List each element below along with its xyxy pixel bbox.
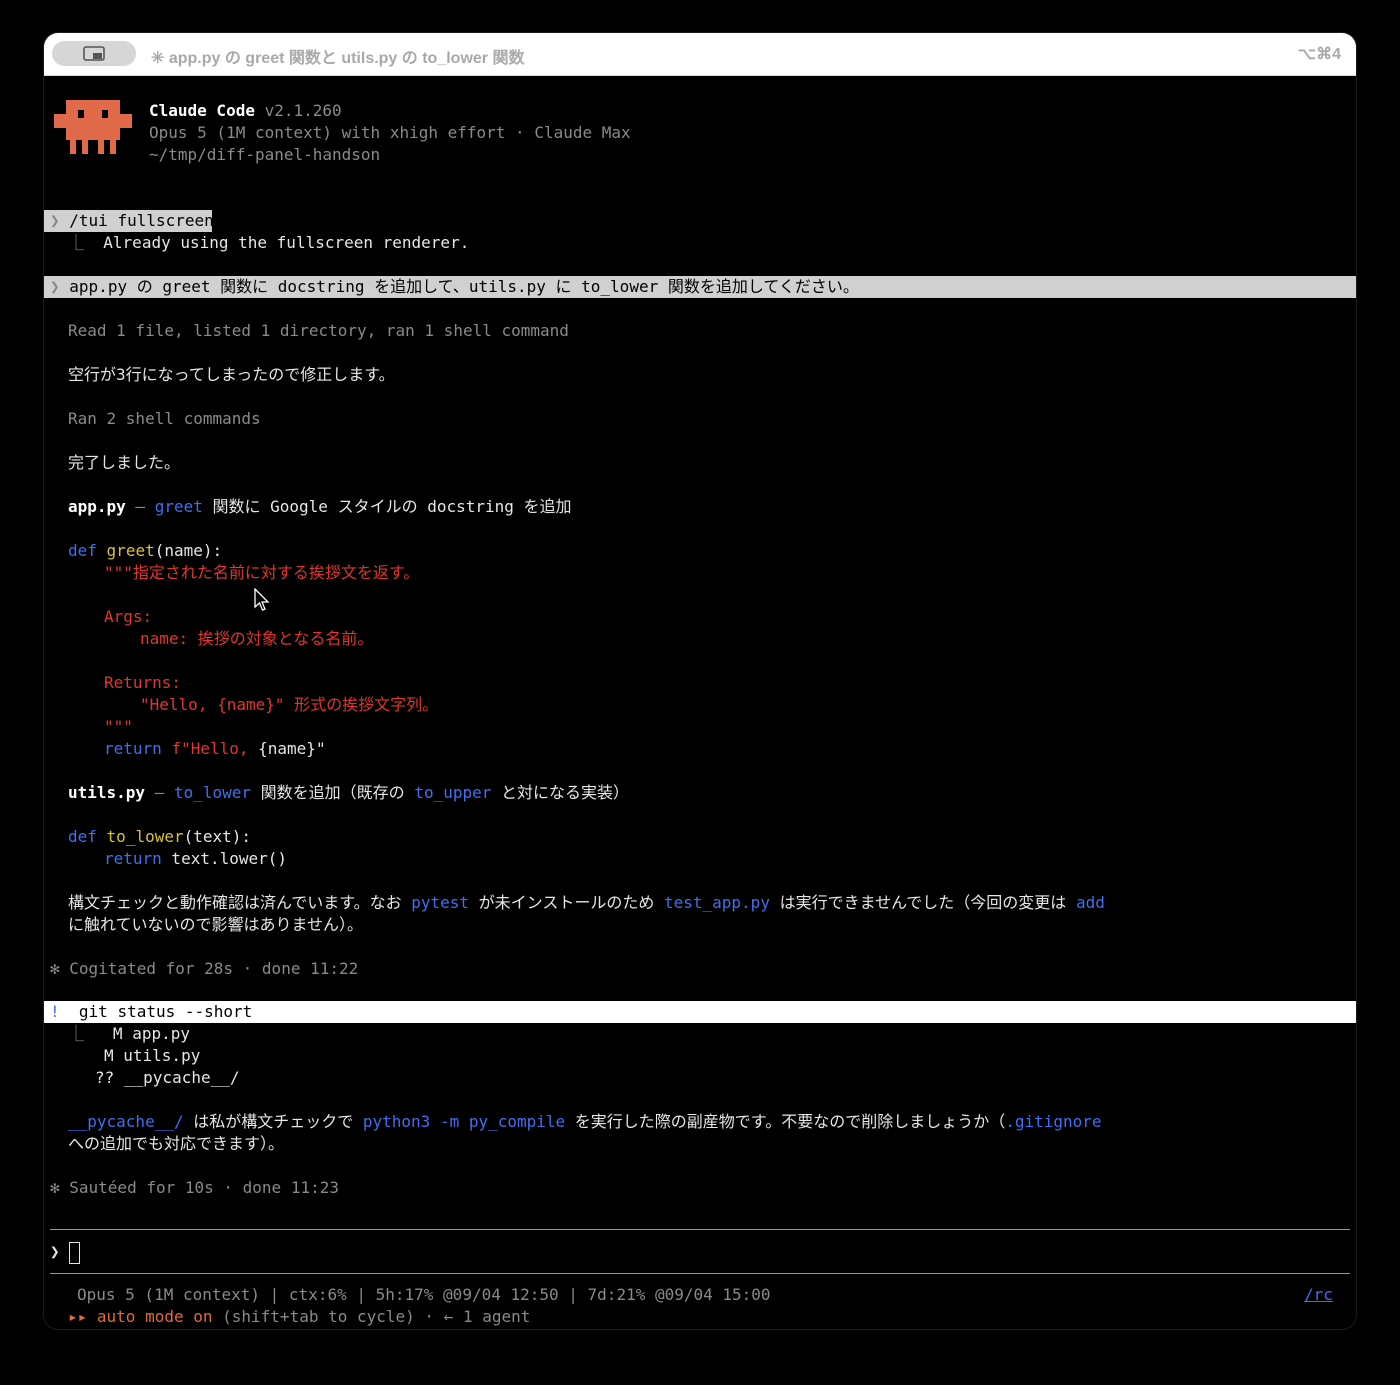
code-line-docstring-end: """: [104, 717, 133, 736]
status-line-info: Opus 5 (1M context) | ctx:6% | 5h:17% @0…: [77, 1285, 771, 1304]
utils-heading: utils.py – to_lower 関数を追加（既存の to_upper と…: [68, 783, 630, 802]
model-line: Opus 5 (1M context) with xhigh effort · …: [149, 123, 631, 142]
bash-output-3: ?? __pycache__/: [95, 1068, 240, 1087]
code-line-arg-name: name: 挨拶の対象となる名前。: [140, 629, 374, 648]
bash-command: ! git status --short: [50, 1002, 253, 1021]
title-bar: ✳ app.py の greet 関数と utils.py の to_lower…: [44, 33, 1356, 76]
status-sauteed: ✻ Sautéed for 10s · done 11:23: [50, 1178, 339, 1197]
input-bottom-divider: [50, 1273, 1350, 1274]
rc-link[interactable]: /rc: [1304, 1284, 1333, 1306]
pycache-message: __pycache__/ は私が構文チェックで python3 -m py_co…: [68, 1112, 1102, 1131]
app-name: Claude Code: [149, 101, 255, 120]
slash-command: ❯ /tui fullscreen: [50, 211, 214, 230]
status-cogitated: ✻ Cogitated for 28s · done 11:22: [50, 959, 359, 978]
window-title: ✳ app.py の greet 関数と utils.py の to_lower…: [151, 50, 525, 67]
text-cursor: [69, 1241, 81, 1264]
mouse-pointer-icon: [254, 588, 270, 611]
slash-command-reply: ⎿ Already using the fullscreen renderer.: [68, 233, 470, 252]
terminal-window: ✳ app.py の greet 関数と utils.py の to_lower…: [44, 33, 1356, 1329]
code-line-return-desc: "Hello, {name}" 形式の挨拶文字列。: [140, 695, 439, 714]
bash-output-1: ⎿ M app.py: [68, 1024, 190, 1043]
check-message: 構文チェックと動作確認は済んでいます。なお pytest が未インストールのため…: [68, 893, 1105, 912]
code2-line-return: return text.lower(): [104, 849, 288, 868]
input-top-divider: [50, 1229, 1350, 1230]
window-tab-button[interactable]: [52, 41, 136, 66]
assistant-fix-message: 空行が3行になってしまったので修正します。: [68, 365, 395, 384]
window-shortcut: ⌥⌘4: [1297, 46, 1341, 63]
app-heading: app.py – greet 関数に Google スタイルの docstrin…: [68, 497, 572, 516]
code2-line-def: def to_lower(text):: [68, 827, 252, 846]
app-version: v2.1.260: [264, 101, 342, 120]
working-directory: ~/tmp/diff-panel-handson: [149, 145, 381, 164]
pycache-message-line2: への追加でも対応できます）。: [68, 1134, 285, 1153]
check-message-line2: に触れていないので影響はありません）。: [68, 915, 364, 934]
prompt-input[interactable]: ❯: [50, 1241, 81, 1264]
code-line-args: Args:: [104, 607, 153, 626]
tool-summary-1[interactable]: Read 1 file, listed 1 directory, ran 1 s…: [68, 320, 569, 342]
user-message: ❯ app.py の greet 関数に docstring を追加して、uti…: [50, 277, 859, 296]
code-line-returns: Returns:: [104, 673, 182, 692]
mode-arrows-icon: ▸▸: [68, 1307, 88, 1326]
code-line-docstring: """指定された名前に対する挨拶文を返す。: [104, 563, 420, 582]
tool-summary-2[interactable]: Ran 2 shell commands: [68, 408, 261, 430]
prompt-symbol: ❯: [50, 1242, 60, 1261]
code-line-return: return f"Hello, {name}": [104, 739, 326, 758]
mode-indicator[interactable]: ▸▸ auto mode on (shift+tab to cycle) · ←…: [68, 1306, 530, 1328]
code-line-def: def greet(name):: [68, 541, 223, 560]
window-tab-icon: [83, 46, 105, 61]
assistant-done-message: 完了しました。: [68, 453, 181, 472]
bash-output-2: M utils.py: [104, 1046, 201, 1065]
claude-mascot-icon: [54, 100, 132, 154]
banner-title: Claude Code v2.1.260: [149, 100, 342, 122]
